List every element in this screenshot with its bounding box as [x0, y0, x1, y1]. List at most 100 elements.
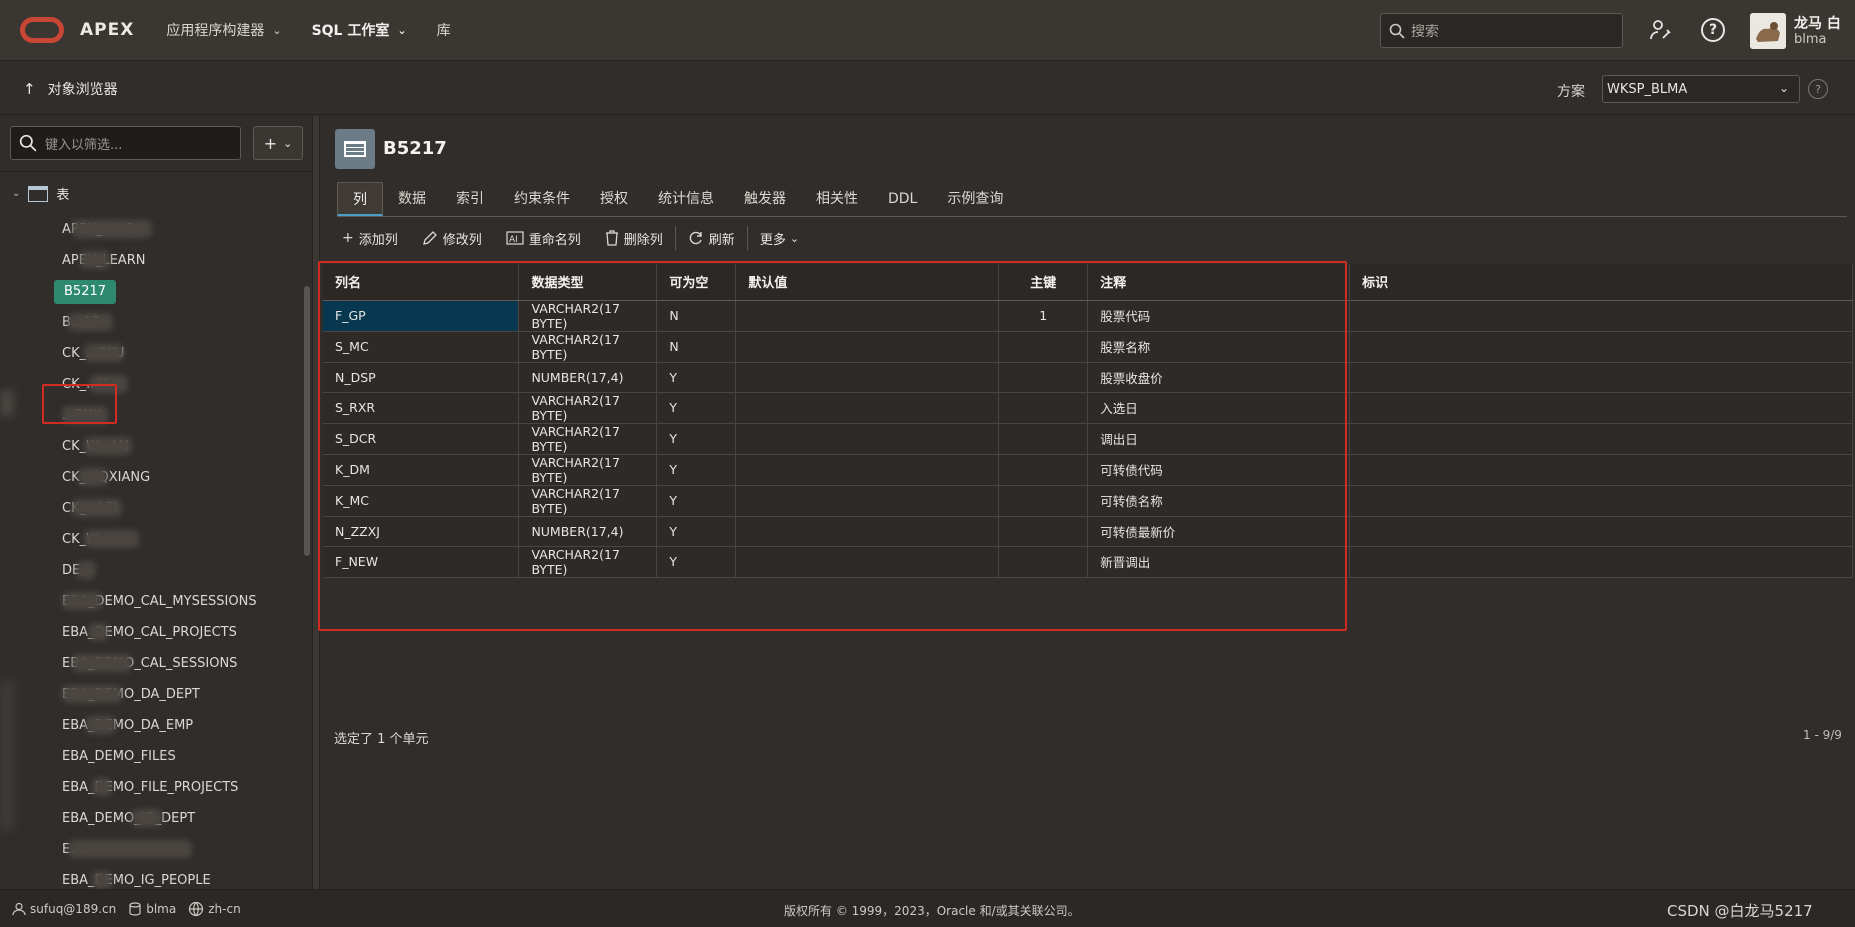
redaction-blur: [84, 344, 124, 362]
grid-cell[interactable]: [1349, 546, 1853, 578]
tree-item-table[interactable]: EBA_DEMO_CAL_SESSIONS: [62, 648, 257, 679]
global-search-input[interactable]: 搜索: [1380, 13, 1623, 48]
avatar[interactable]: [1750, 13, 1786, 49]
apex-logo-text[interactable]: APEX: [80, 20, 134, 40]
object-tree-pane: 键入以筛选... + ⌄ ⌄ 表 APEX_...NGAPEX_LEARN B52…: [0, 116, 312, 889]
grid-cell[interactable]: [1349, 392, 1853, 424]
tree-item-table[interactable]: EBA_DEMO_CAL_MYSESSIONS: [62, 586, 257, 617]
redaction-blur: [72, 220, 152, 238]
tab-3[interactable]: 约束条件: [499, 182, 585, 216]
status-schema[interactable]: blma: [128, 902, 176, 916]
user-icon: [12, 902, 26, 915]
grid-cell[interactable]: [1349, 362, 1853, 393]
help-icon[interactable]: ?: [1700, 17, 1726, 43]
nav-gallery-label: 库: [436, 23, 451, 39]
nav-sql-workshop[interactable]: SQL 工作室 ⌄: [312, 20, 407, 40]
redaction-blur: [84, 437, 132, 455]
chevron-down-icon[interactable]: ⌄: [12, 188, 20, 199]
status-bar: sufuq@189.cn blma zh-cn 版权所有 © 1999，2023…: [0, 889, 1855, 927]
tree-item-table[interactable]: B...17: [62, 307, 257, 338]
status-user-email: sufuq@189.cn: [30, 901, 117, 916]
tree-item-table[interactable]: B5217: [54, 276, 257, 307]
tree-item-table[interactable]: CK_W...: [62, 524, 257, 555]
tree-item-table[interactable]: EBA_DEMO_IG_DEPT: [62, 803, 257, 834]
tree-item-table[interactable]: DE...: [62, 555, 257, 586]
delete-column-button[interactable]: 删除列: [593, 225, 675, 251]
schema-select[interactable]: WKSP_BLMA ⌄: [1602, 75, 1800, 103]
tree-item-table[interactable]: EBA_DEMO_CAL_PROJECTS: [62, 617, 257, 648]
columns-toolbar: + 添加列 修改列 AI 重命名列 删除列 刷新 更多 ⌄: [330, 225, 811, 251]
top-navigation-bar: APEX 应用程序构建器 ⌄ SQL 工作室 ⌄ 库 搜索 ? 龙马 白 blm…: [0, 0, 1855, 61]
object-browser-header: ↑ 对象浏览器 方案 WKSP_BLMA ⌄ ?: [0, 61, 1855, 115]
tree-filter-input[interactable]: 键入以筛选...: [10, 126, 241, 160]
add-column-button[interactable]: + 添加列: [330, 225, 410, 251]
tree-item-table[interactable]: CK_...SKU: [62, 338, 257, 369]
plus-icon: +: [342, 230, 354, 246]
grid-cell[interactable]: [1349, 454, 1853, 486]
database-icon: [129, 901, 141, 916]
grid-cell[interactable]: [1349, 300, 1853, 332]
redaction-blur: [80, 251, 110, 269]
redaction-blur: [78, 468, 108, 486]
tree-item-table[interactable]: CK_...QXIANG: [62, 462, 257, 493]
redaction-blur: [72, 499, 122, 517]
tab-6[interactable]: 触发器: [729, 182, 801, 216]
tree-item-table[interactable]: EBA_DEMO_DA_EMP: [62, 710, 257, 741]
tab-0[interactable]: 列: [337, 182, 383, 216]
object-browser-back-link[interactable]: ↑ 对象浏览器: [23, 79, 118, 99]
tree-scrollbar[interactable]: [304, 286, 310, 556]
rename-column-button[interactable]: AI 重命名列: [494, 225, 593, 251]
tab-4[interactable]: 授权: [585, 182, 643, 216]
more-menu-button[interactable]: 更多 ⌄: [748, 225, 811, 251]
tree-item-label: EBA_DEMO_IG_PEOPLE: [62, 873, 211, 888]
create-object-button[interactable]: + ⌄: [253, 126, 303, 160]
grid-cell[interactable]: [1349, 516, 1853, 547]
modify-column-button[interactable]: 修改列: [410, 225, 494, 251]
tree-node-tables[interactable]: ⌄ 表: [12, 184, 69, 203]
redaction-blur: [76, 561, 96, 579]
administration-icon[interactable]: [1648, 17, 1674, 43]
tree-item-table[interactable]: EBA_DEMO_FILES: [62, 741, 257, 772]
rename-icon: AI: [506, 231, 524, 245]
tree-item-table[interactable]: E...: [62, 834, 257, 865]
oracle-logo-icon[interactable]: [20, 17, 64, 43]
tree-item-table[interactable]: APEX_...NG: [62, 214, 257, 245]
grid-column-header[interactable]: 标识: [1349, 264, 1853, 301]
nav-sql-workshop-label: SQL 工作室: [311, 23, 390, 39]
tree-item-table[interactable]: CK_...LEI: [62, 493, 257, 524]
user-display-name[interactable]: 龙马 白: [1794, 13, 1841, 33]
redaction-blur: [72, 654, 132, 672]
object-tabs: 列数据 索引 约束条件 授权 统计信息 触发器 相关性 DDL 示例查询: [337, 182, 1018, 216]
search-placeholder: 搜索: [1411, 23, 1439, 40]
redaction-blur: [62, 685, 122, 703]
tab-5[interactable]: 统计信息: [643, 182, 729, 216]
plus-icon: +: [263, 133, 278, 153]
tab-1[interactable]: 数据: [383, 182, 441, 216]
tab-9[interactable]: 示例查询: [932, 182, 1018, 216]
pagination-info: 1 - 9/9: [1803, 728, 1842, 742]
chevron-down-icon: ⌄: [283, 136, 293, 150]
tab-8[interactable]: DDL: [873, 182, 932, 216]
tree-item-table[interactable]: EBA_DEMO_DA_DEPT: [62, 679, 257, 710]
tab-2[interactable]: 索引: [441, 182, 499, 216]
divider: [0, 171, 312, 172]
schema-help-icon[interactable]: ?: [1808, 79, 1828, 99]
tree-item-table[interactable]: EBA_DEMO_FILE_PROJECTS: [62, 772, 257, 803]
grid-cell[interactable]: [1349, 331, 1853, 363]
tree-item-label: EBA_DEMO_IG_DEPT: [62, 811, 196, 826]
status-user[interactable]: sufuq@189.cn: [12, 902, 116, 916]
grid-cell[interactable]: [1349, 423, 1853, 455]
tree-item-table[interactable]: CK_W...AN: [62, 431, 257, 462]
divider: [337, 216, 1847, 217]
selection-status: 选定了 1 个单元: [334, 732, 429, 747]
tree-item-label: EBA_DEMO_FILE_PROJECTS: [62, 780, 239, 795]
status-language[interactable]: zh-cn: [188, 901, 241, 917]
delete-column-label: 删除列: [623, 232, 663, 248]
tab-7[interactable]: 相关性: [801, 182, 873, 216]
nav-app-builder[interactable]: 应用程序构建器 ⌄: [166, 20, 281, 40]
watermark-text: CSDN @白龙马5217: [1667, 902, 1813, 920]
nav-gallery[interactable]: 库: [437, 20, 451, 40]
tree-item-table[interactable]: APEX_LEARN: [62, 245, 257, 276]
grid-cell[interactable]: [1349, 485, 1853, 517]
refresh-button[interactable]: 刷新: [676, 225, 747, 251]
